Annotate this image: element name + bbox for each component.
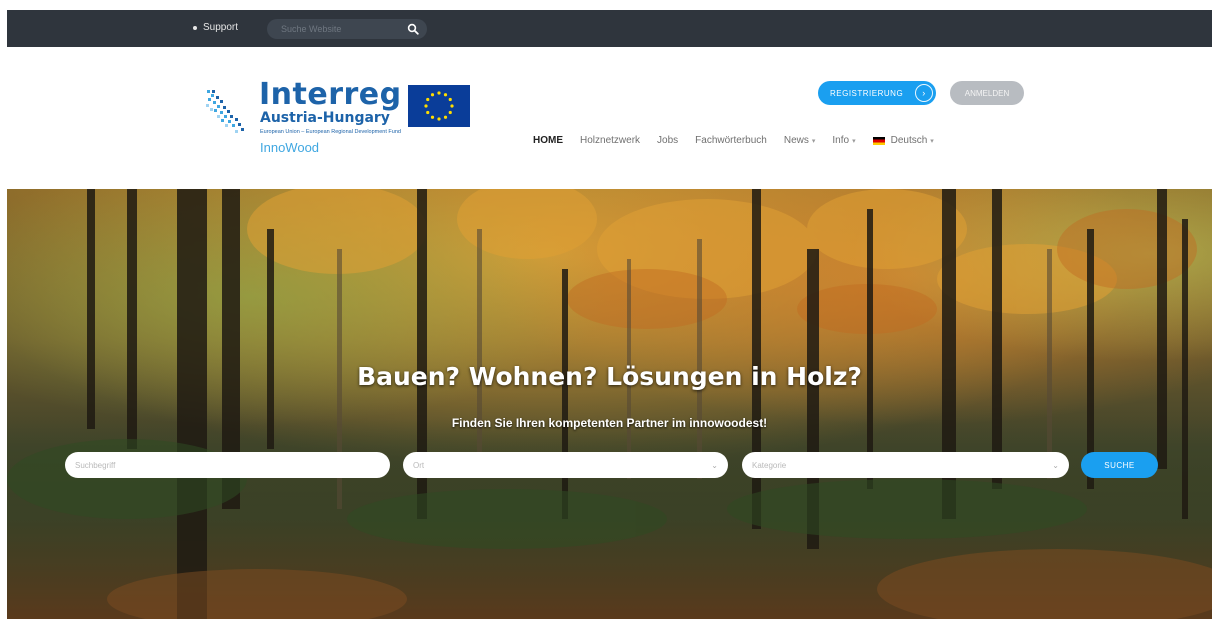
interreg-logo[interactable]: Interreg Austria-Hungary European Union … [205, 77, 475, 160]
logo-title: Interreg [259, 77, 402, 112]
hero-section: Bauen? Wohnen? Lösungen in Holz? Finden … [7, 189, 1212, 619]
eu-star-icon [430, 93, 435, 97]
top-bar: Support [7, 10, 1212, 47]
eu-flag-icon [408, 85, 470, 127]
forest-background-image [7, 189, 1212, 619]
nav-item-jobs[interactable]: Jobs [657, 135, 678, 146]
category-select[interactable]: Kategorie ⌄ [742, 452, 1069, 478]
logo-subtitle: Austria-Hungary [260, 110, 390, 126]
nav-label: Holznetzwerk [580, 135, 641, 146]
eu-star-icon [430, 115, 435, 119]
location-select[interactable]: Ort ⌄ [403, 452, 728, 478]
german-flag-icon [872, 136, 885, 145]
language-selector[interactable]: Deutsch ▾ [872, 135, 934, 146]
category-placeholder: Kategorie [752, 460, 787, 470]
main-nav: HOME Holznetzwerk Jobs Fachwörterbuch Ne… [533, 135, 951, 146]
bullet-icon [193, 25, 197, 30]
eu-star-icon [450, 104, 454, 108]
eu-star-icon [437, 91, 441, 95]
nav-item-fachwoerterbuch[interactable]: Fachwörterbuch [695, 135, 767, 146]
chevron-down-icon: ▾ [852, 137, 856, 145]
eu-star-icon [426, 110, 430, 115]
logo-project-name: InnoWood [260, 140, 320, 155]
eu-star-icon [437, 117, 441, 121]
chevron-down-icon: ▾ [811, 137, 816, 145]
nav-label: HOME [533, 135, 563, 146]
search-button[interactable]: SUCHE [1081, 452, 1158, 478]
logo-tagline: European Union – European Regional Devel… [260, 129, 401, 135]
keyword-search-input[interactable] [65, 452, 390, 478]
support-link[interactable]: Support [193, 22, 238, 33]
site-header: Interreg Austria-Hungary European Union … [7, 47, 1212, 189]
eu-star-icon [424, 104, 428, 108]
nav-item-news[interactable]: News ▾ [784, 135, 816, 146]
chevron-down-icon: ▾ [930, 137, 934, 145]
top-search-box [267, 19, 427, 39]
eu-star-icon [448, 97, 452, 102]
nav-label: Info [832, 135, 850, 146]
nav-label: Deutsch [890, 135, 928, 146]
eu-star-icon [443, 115, 448, 119]
arrow-right-icon: › [915, 84, 933, 102]
hero-subtitle: Finden Sie Ihren kompetenten Partner im … [451, 416, 768, 430]
register-button[interactable]: REGISTRIERUNG › [818, 81, 936, 105]
location-placeholder: Ort [413, 460, 425, 470]
top-search-input[interactable] [281, 24, 399, 34]
nav-item-holznetzwerk[interactable]: Holznetzwerk [580, 135, 640, 146]
nav-label: Jobs [657, 135, 679, 146]
logo-mark-icon [206, 90, 244, 133]
nav-label: News [783, 135, 809, 146]
support-label: Support [203, 22, 239, 33]
eu-star-icon [426, 97, 430, 102]
login-button[interactable]: ANMELDEN [950, 81, 1024, 105]
nav-item-info[interactable]: Info ▾ [832, 135, 855, 146]
eu-star-icon [443, 93, 448, 97]
nav-item-home[interactable]: HOME [533, 135, 563, 146]
nav-label: Fachwörterbuch [695, 135, 767, 146]
hero-title: Bauen? Wohnen? Lösungen in Holz? [357, 362, 862, 391]
chevron-down-icon: ⌄ [711, 460, 718, 470]
eu-star-icon [448, 110, 452, 115]
browser-viewport: Support Suche Website Interreg Austria-H… [7, 10, 1212, 619]
chevron-down-icon: ⌄ [1052, 460, 1059, 470]
search-icon[interactable] [407, 23, 419, 35]
register-label: REGISTRIERUNG [830, 88, 904, 98]
